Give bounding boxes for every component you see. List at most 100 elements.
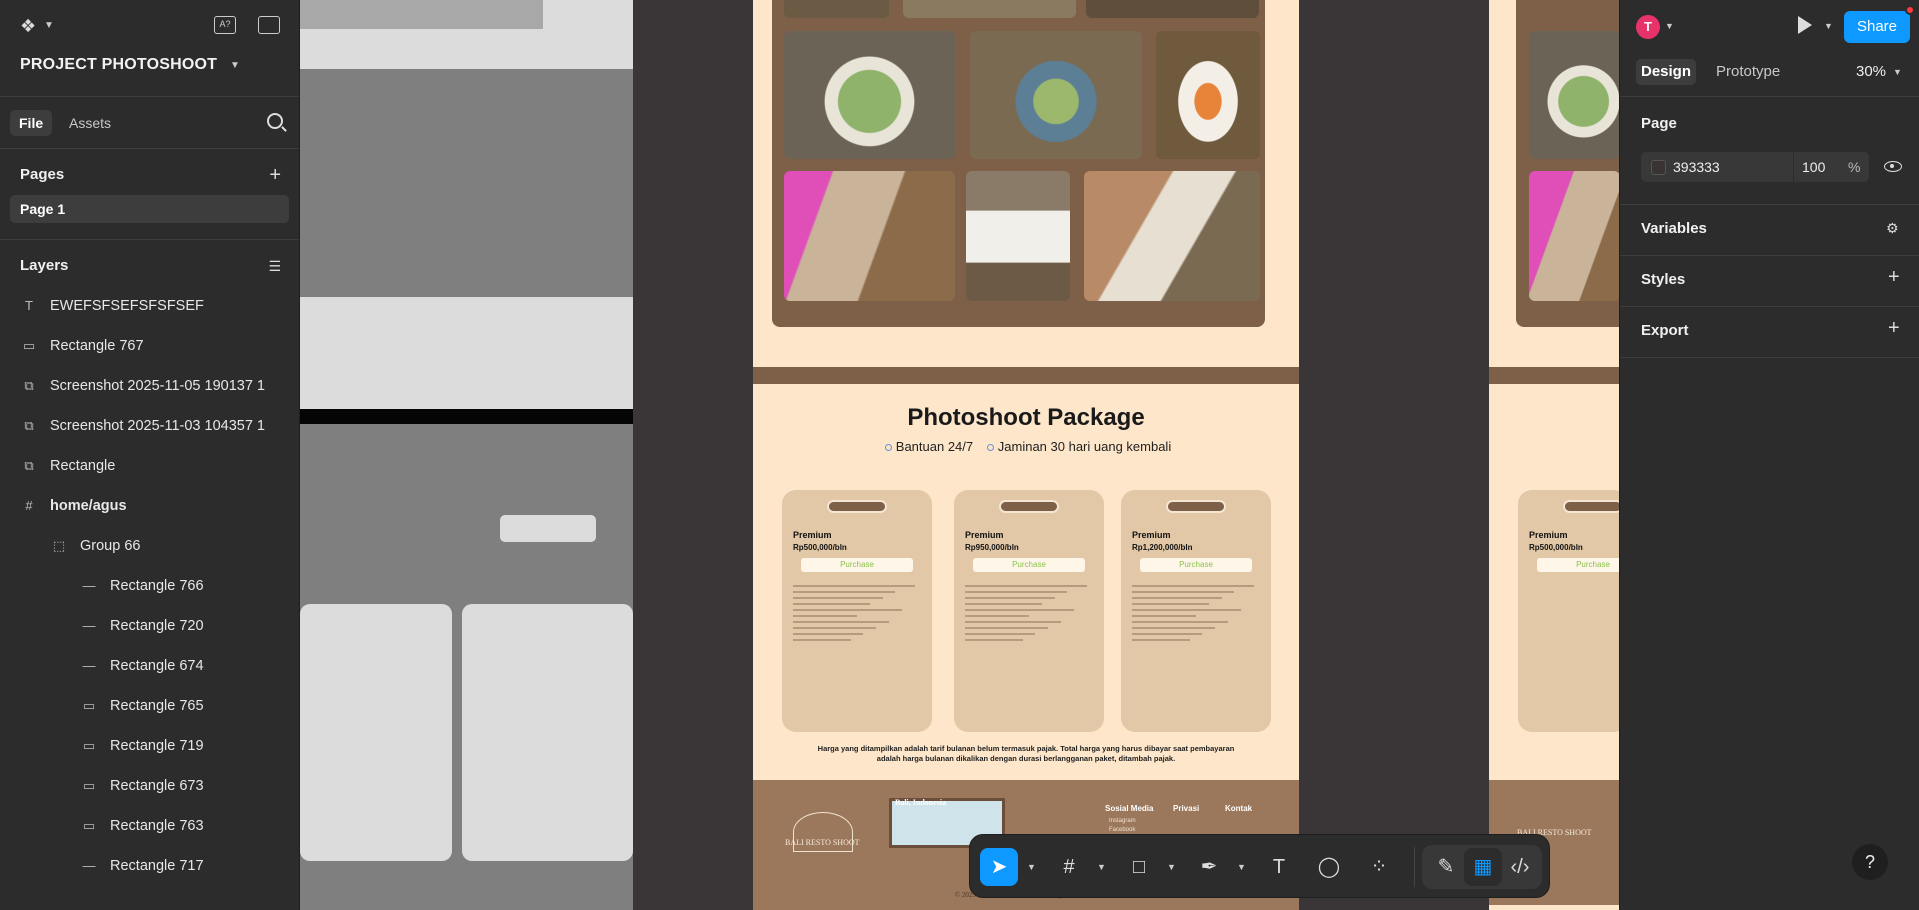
layer-item[interactable]: ▭ Rectangle 719 [0, 726, 299, 766]
layer-item[interactable]: — Rectangle 717 [0, 846, 299, 886]
photo[interactable] [970, 31, 1142, 159]
gray-frame[interactable] [300, 0, 633, 910]
purchase-button[interactable]: Purchase [1140, 558, 1252, 572]
photo[interactable] [784, 31, 955, 159]
add-page-icon[interactable]: + [269, 155, 281, 195]
layer-item[interactable]: — Rectangle 720 [0, 606, 299, 646]
draw-mode-icon[interactable]: ✎ [1427, 848, 1465, 886]
page-color-field[interactable]: 393333 100 % [1641, 152, 1869, 182]
chevron-down-icon[interactable]: ▼ [1097, 862, 1106, 872]
chevron-down-icon[interactable]: ▼ [44, 20, 54, 31]
tab-prototype[interactable]: Prototype [1711, 59, 1785, 85]
photo-gallery[interactable] [772, 0, 1265, 327]
package-subtitle[interactable]: Bantuan 24/7 Jaminan 30 hari uang kembal… [753, 439, 1299, 454]
photo[interactable] [903, 0, 1076, 18]
photo[interactable] [1529, 31, 1620, 159]
gray-card-shape[interactable] [462, 604, 633, 861]
add-style-icon[interactable]: + [1888, 266, 1900, 289]
frame-tool-icon[interactable]: # [1050, 848, 1088, 886]
pricing-card[interactable]: Premium Rp500,000/bln Purchase [782, 490, 932, 732]
eye-icon[interactable] [1884, 161, 1902, 172]
photo[interactable] [966, 171, 1070, 301]
comment-tool-icon[interactable]: ◯ [1310, 848, 1348, 886]
photo[interactable] [1156, 31, 1260, 159]
design-frame-2[interactable]: Premium Rp500,000/bln Purchase BALI REST… [1489, 0, 1620, 910]
avatar[interactable]: T [1636, 15, 1660, 39]
footer-social-instagram[interactable]: Instagram [1109, 818, 1136, 824]
design-frame[interactable]: Photoshoot Package Bantuan 24/7 Jaminan … [753, 0, 1299, 910]
layer-item[interactable]: ▭ Rectangle 763 [0, 806, 299, 846]
divider-bar[interactable] [1489, 367, 1620, 384]
layer-item[interactable]: T EWEFSFSEFSFSFSEF [0, 286, 299, 326]
figma-logo-icon[interactable]: ❖ [20, 16, 36, 37]
fine-print[interactable]: Harga yang ditampilkan adalah tarif bula… [813, 744, 1239, 764]
divider-bar[interactable] [753, 367, 1299, 384]
photo[interactable] [1084, 171, 1260, 301]
footer-col-contact[interactable]: Kontak [1225, 804, 1252, 813]
chevron-down-icon[interactable]: ▼ [230, 60, 240, 71]
footer-col-social[interactable]: Sosial Media [1105, 804, 1153, 813]
help-button[interactable]: ? [1852, 844, 1888, 880]
pen-tool-icon[interactable]: ✒ [1190, 848, 1228, 886]
pricing-card[interactable]: Premium Rp500,000/bln Purchase [1518, 490, 1620, 732]
layer-item[interactable]: ▭ Rectangle 767 [0, 326, 299, 366]
layer-item[interactable]: ⧉ Screenshot 2025-11-03 104357 1 [0, 406, 299, 446]
sidebar-toggle-icon[interactable] [258, 16, 280, 34]
text-tool-icon[interactable]: T [1260, 848, 1298, 886]
photo[interactable] [1086, 0, 1259, 18]
canvas[interactable]: Photoshoot Package Bantuan 24/7 Jaminan … [300, 0, 1620, 910]
gray-card-shape[interactable] [300, 604, 452, 861]
variables-settings-icon[interactable]: ⚙ [1886, 220, 1899, 237]
layer-item[interactable]: ▭ Rectangle 765 [0, 686, 299, 726]
purchase-button[interactable]: Purchase [801, 558, 913, 572]
layer-item[interactable]: ⬚ Group 66 [0, 526, 299, 566]
photo[interactable] [784, 171, 955, 301]
layer-item[interactable]: ⧉ Screenshot 2025-11-05 190137 1 [0, 366, 299, 406]
layer-item[interactable]: ▭ Rectangle 673 [0, 766, 299, 806]
gray-button-shape[interactable] [500, 515, 596, 542]
photo[interactable] [784, 0, 889, 18]
share-button[interactable]: Share [1844, 11, 1910, 43]
purchase-button[interactable]: Purchase [1537, 558, 1620, 572]
search-icon[interactable] [267, 113, 283, 129]
page-item-1[interactable]: Page 1 [10, 195, 289, 223]
rectangle-tool-icon[interactable]: □ [1120, 848, 1158, 886]
layer-item[interactable]: # home/agus [0, 486, 299, 526]
gray-shape[interactable] [300, 0, 543, 29]
zoom-level[interactable]: 30% [1856, 63, 1886, 80]
package-title[interactable]: Photoshoot Package [753, 404, 1299, 432]
chevron-down-icon[interactable]: ▼ [1665, 21, 1674, 31]
actions-tool-icon[interactable]: ⁘ [1360, 848, 1398, 886]
project-title[interactable]: PROJECT PHOTOSHOOT [20, 56, 217, 74]
photo[interactable] [1529, 171, 1620, 301]
layer-item[interactable]: ⧉ Rectangle [0, 446, 299, 486]
purchase-button[interactable]: Purchase [973, 558, 1085, 572]
footer-social-facebook[interactable]: Facebook [1109, 827, 1135, 833]
gray-shape[interactable] [300, 297, 633, 409]
add-export-icon[interactable]: + [1888, 317, 1900, 340]
page-opacity[interactable]: 100 [1802, 159, 1825, 175]
footer-col-privacy[interactable]: Privasi [1173, 804, 1199, 813]
dev-mode-icon[interactable]: ‹/› [1501, 848, 1539, 886]
chevron-down-icon[interactable]: ▼ [1167, 862, 1176, 872]
styles-section-title[interactable]: Styles [1641, 271, 1685, 288]
chevron-down-icon[interactable]: ▼ [1893, 67, 1902, 77]
page-color-hex[interactable]: 393333 [1673, 159, 1720, 175]
tab-file[interactable]: File [10, 110, 53, 136]
move-tool-icon[interactable]: ➤ [980, 848, 1018, 886]
chevron-down-icon[interactable]: ▼ [1824, 21, 1833, 31]
pricing-card[interactable]: Premium Rp950,000/bln Purchase [954, 490, 1104, 732]
design-mode-icon[interactable]: ▦ [1464, 848, 1502, 886]
gray-shape[interactable] [300, 69, 633, 297]
chevron-down-icon[interactable]: ▼ [1027, 862, 1036, 872]
variables-section-title[interactable]: Variables [1641, 220, 1707, 237]
color-swatch[interactable] [1651, 160, 1666, 175]
layer-item[interactable]: — Rectangle 674 [0, 646, 299, 686]
export-section-title[interactable]: Export [1641, 322, 1689, 339]
tab-design[interactable]: Design [1636, 59, 1697, 85]
collapse-layers-icon[interactable]: ☰ [268, 246, 281, 286]
ai-icon[interactable]: A? [214, 16, 236, 34]
pricing-card[interactable]: Premium Rp1,200,000/bln Purchase [1121, 490, 1271, 732]
chevron-down-icon[interactable]: ▼ [1237, 862, 1246, 872]
black-bar[interactable] [300, 409, 633, 424]
